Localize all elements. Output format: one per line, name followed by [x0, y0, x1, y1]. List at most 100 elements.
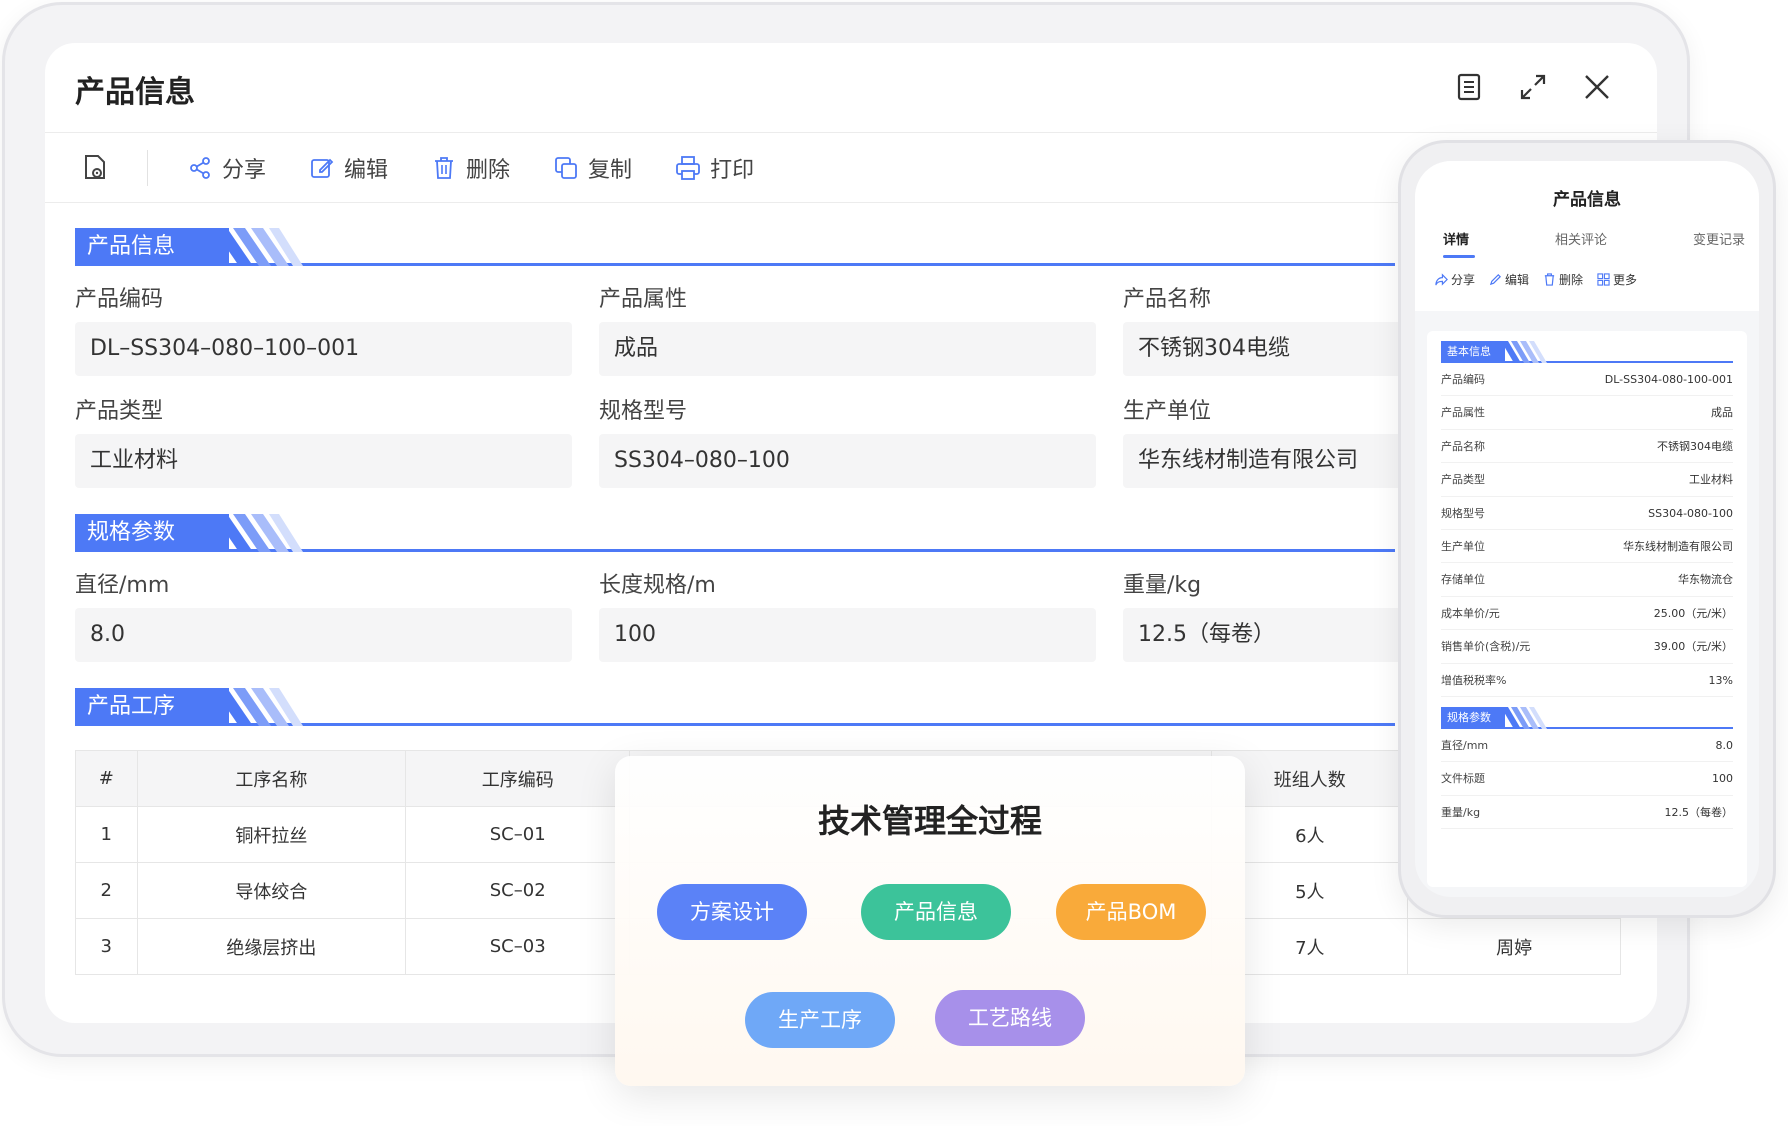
tab-details[interactable]: 详情 — [1443, 229, 1476, 258]
list-item: 重量/kg 12.5（每卷） — [1441, 796, 1734, 830]
section-label: 产品工序 — [75, 688, 229, 726]
phone-spec-list: 直径/mm 8.0 文件标题 100 重量/kg 12.5（每卷） — [1441, 729, 1734, 830]
stripe-decoration — [213, 228, 303, 266]
list-item: 生产单位 华东线材制造有限公司 — [1441, 530, 1733, 564]
expand-icon[interactable] — [1513, 67, 1553, 107]
pill-process-route[interactable]: 工艺路线 — [935, 990, 1085, 1046]
col-process-name: 工序名称 — [136, 750, 407, 807]
pill-product-info[interactable]: 产品信息 — [861, 884, 1011, 940]
share-label: 分享 — [222, 157, 267, 183]
list-item: 文件标题 100 — [1441, 762, 1733, 796]
row-key: 产品名称 — [1441, 439, 1485, 453]
phone-section-spec: 规格参数 — [1441, 706, 1733, 729]
close-icon[interactable] — [1577, 67, 1617, 107]
row-value: 100 — [1712, 772, 1733, 786]
copy-icon — [555, 156, 577, 179]
col-index: # — [75, 750, 138, 807]
phone-detail-card: 基本信息 产品编码 DL-SS304-080-100-001 产品属性 成品 产品名… — [1427, 331, 1747, 887]
list-item: 规格型号 SS304-080-100 — [1441, 497, 1733, 530]
row-index: 3 — [75, 918, 138, 975]
phone-delete-button[interactable]: 删除 — [1543, 271, 1583, 288]
edit-icon — [311, 158, 334, 178]
row-key: 产品编码 — [1441, 373, 1485, 386]
pill-scheme-design[interactable]: 方案设计 — [657, 884, 807, 940]
field-product-attr: 产品属性 成品 — [599, 278, 1096, 390]
share-button[interactable]: 分享 — [186, 152, 266, 184]
row-key: 存储单位 — [1441, 573, 1485, 587]
row-value: 8.0 — [1715, 738, 1734, 752]
phone-edit-button[interactable]: 编辑 — [1489, 271, 1529, 288]
product-fields: 产品编码 DL–SS304–080–100–001 产品属性 成品 产品名称 不… — [75, 278, 1620, 502]
phone-delete-label: 删除 — [1559, 273, 1584, 287]
document-icon[interactable] — [1449, 67, 1489, 107]
row-value: 工业材料 — [1689, 473, 1733, 487]
product-code-field[interactable]: DL–SS304–080–100–001 — [75, 322, 572, 376]
row-index: 1 — [75, 806, 138, 863]
phone-header: 产品信息 详情 相关评论 变更记录 分享 编辑 删除 更多 — [1415, 161, 1759, 311]
row-key: 增值税税率% — [1441, 673, 1507, 687]
print-button[interactable]: 打印 — [674, 152, 754, 184]
field-product-type: 产品类型 工业材料 — [75, 390, 572, 502]
pill-product-bom[interactable]: 产品BOM — [1056, 884, 1206, 940]
phone-section-basic: 基本信息 — [1441, 341, 1733, 363]
print-label: 打印 — [710, 157, 755, 183]
phone-edit-label: 编辑 — [1505, 273, 1530, 287]
list-item: 直径/mm 8.0 — [1441, 729, 1734, 763]
share-arrow-icon — [1435, 273, 1448, 286]
field-spec-model: 规格型号 SS304–080–100 — [599, 390, 1096, 502]
row-value: DL-SS304-080-100-001 — [1604, 373, 1733, 386]
row-key: 成本单价/元 — [1441, 606, 1500, 620]
diameter-field[interactable]: 8.0 — [75, 608, 572, 662]
phone-share-button[interactable]: 分享 — [1435, 271, 1475, 288]
copy-button[interactable]: 复制 — [552, 152, 632, 184]
pencil-icon — [1489, 274, 1502, 286]
tab-comments[interactable]: 相关评论 — [1555, 229, 1607, 248]
length-field[interactable]: 100 — [599, 608, 1096, 662]
edit-label: 编辑 — [344, 157, 389, 183]
grid-icon — [1597, 273, 1610, 286]
field-product-code: 产品编码 DL–SS304–080–100–001 — [75, 278, 572, 390]
row-value: 12.5（每卷） — [1664, 805, 1734, 819]
trash-icon — [1544, 273, 1555, 286]
row-value: 华东线材制造有限公司 — [1623, 539, 1733, 553]
phone-frame: 产品信息 详情 相关评论 变更记录 分享 编辑 删除 更多 基本信息 产品编码 … — [1398, 140, 1776, 918]
phone-basic-list: 产品编码 DL-SS304-080-100-001 产品属性 成品 产品名称 不锈钢3… — [1441, 363, 1733, 697]
delete-button[interactable]: 删除 — [430, 152, 510, 184]
window-controls — [1449, 67, 1617, 107]
printer-icon — [676, 155, 700, 180]
phone-more-button[interactable]: 更多 — [1597, 271, 1637, 288]
row-person: 周婷 — [1407, 918, 1621, 975]
trash-icon — [435, 156, 454, 179]
overview-title: 技术管理全过程 — [817, 802, 1042, 840]
list-item: 产品属性 成品 — [1441, 396, 1733, 430]
section-header-process: 产品工序 — [75, 688, 1395, 726]
pill-production-process[interactable]: 生产工序 — [745, 992, 895, 1048]
product-attr-field[interactable]: 成品 — [599, 322, 1096, 376]
product-type-field[interactable]: 工业材料 — [75, 434, 572, 488]
tab-changelog[interactable]: 变更记录 — [1693, 229, 1745, 248]
list-item: 存储单位 华东物流仓 — [1441, 563, 1733, 597]
field-label: 长度规格/m — [599, 573, 716, 598]
row-value: SS304-080-100 — [1648, 506, 1733, 520]
row-key: 产品属性 — [1441, 406, 1485, 420]
process-overview-card: 技术管理全过程 方案设计 产品信息 产品BOM 生产工序 工艺路线 — [615, 756, 1245, 1086]
list-item: 增值税税率% 13% — [1441, 664, 1733, 697]
window-header: 产品信息 — [45, 43, 1657, 133]
field-label: 产品编码 — [75, 287, 164, 312]
row-value: 25.00（元/米） — [1653, 606, 1733, 620]
phone-share-label: 分享 — [1451, 273, 1476, 287]
row-key: 生产单位 — [1441, 539, 1485, 553]
edit-button[interactable]: 编辑 — [308, 152, 388, 184]
toolbar-divider — [147, 149, 148, 186]
row-key: 重量/kg — [1441, 805, 1481, 819]
row-name: 绝缘层挤出 — [136, 918, 407, 975]
row-key: 规格型号 — [1441, 506, 1485, 520]
preview-icon[interactable] — [75, 148, 115, 188]
field-label: 规格型号 — [599, 399, 688, 424]
spec-model-field[interactable]: SS304–080–100 — [599, 434, 1096, 488]
phone-tabs: 详情 相关评论 变更记录 — [1415, 229, 1759, 258]
list-item: 产品编码 DL-SS304-080-100-001 — [1441, 363, 1733, 397]
stripe-decoration — [1501, 706, 1547, 729]
row-code: SC–02 — [405, 862, 631, 919]
section-header-product: 产品信息 — [75, 228, 1395, 266]
